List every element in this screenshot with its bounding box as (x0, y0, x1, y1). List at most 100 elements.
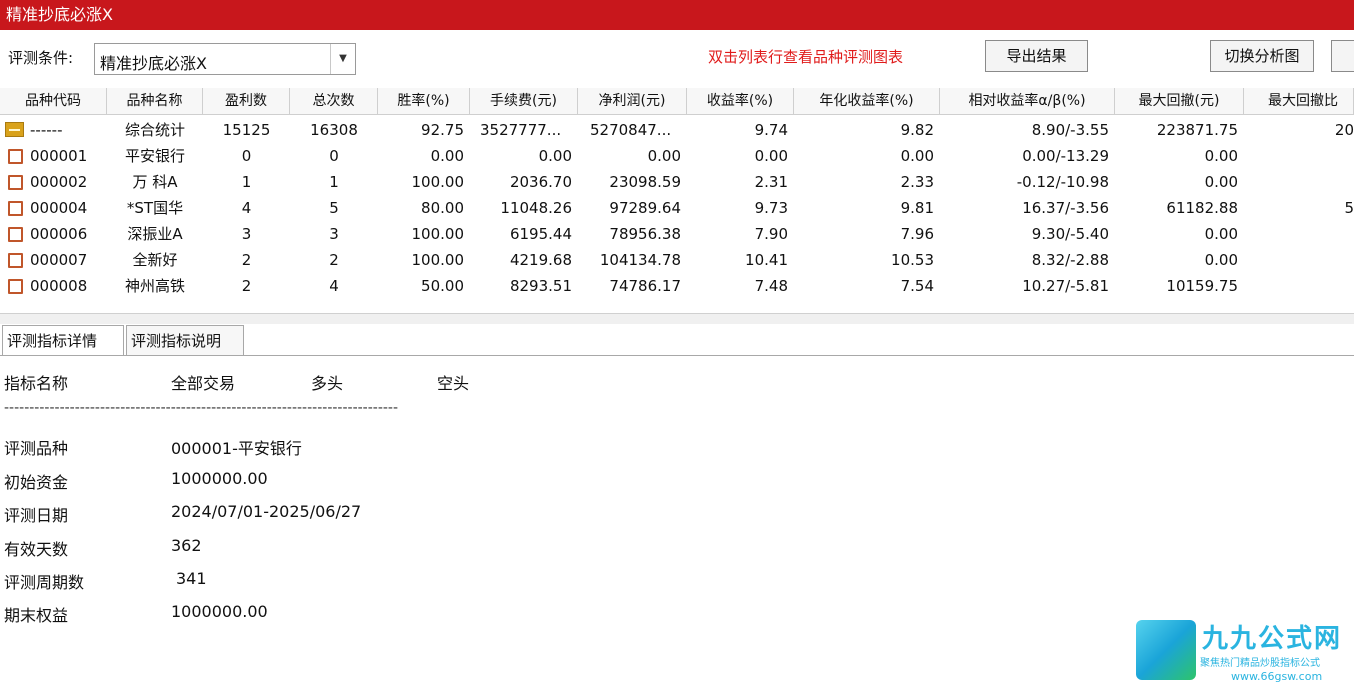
cell-drawdown: 223871.75 (1156, 121, 1238, 139)
detail-value: 362 (171, 536, 202, 555)
cell-fee: 3527777... (480, 121, 562, 139)
cell-drawdown: 0.00 (1204, 173, 1238, 191)
table-row-summary[interactable]: ------ 综合统计 15125 16308 92.75 3527777...… (0, 117, 1354, 143)
column-header-drawdown[interactable]: 最大回撤(元) (1115, 88, 1244, 114)
column-header-winrate[interactable]: 胜率(%) (378, 88, 470, 114)
cell-relative: -0.12/-10.98 (1016, 173, 1109, 191)
cell-annual: 9.81 (900, 199, 934, 217)
cell-drawdown: 0.00 (1204, 225, 1238, 243)
cell-total: 1 (329, 173, 339, 191)
cell-drawdown-ratio (1244, 273, 1354, 299)
table-row[interactable]: 000006 深振业A 3 3 100.00 6195.44 78956.38 … (0, 221, 1354, 247)
logo-icon (1136, 620, 1196, 680)
cell-fee: 2036.70 (509, 173, 572, 191)
column-header-code[interactable]: 品种代码 (0, 88, 107, 114)
detail-label: 评测品种 (4, 439, 69, 458)
cell-fee: 8293.51 (509, 277, 572, 295)
tab-indicator-details[interactable]: 评测指标详情 (2, 325, 124, 355)
cell-relative: 8.90/-3.55 (1031, 121, 1109, 139)
watermark-logo: 九九公式网 聚焦热门精品炒股指标公式 www.66gsw.com (1136, 616, 1354, 688)
cell-profit: 23098.59 (609, 173, 681, 191)
column-header-wins[interactable]: 盈利数 (203, 88, 290, 114)
cell-return: 10.41 (745, 251, 788, 269)
cell-annual: 7.96 (900, 225, 934, 243)
column-header-fee[interactable]: 手续费(元) (470, 88, 578, 114)
cell-return: 2.31 (754, 173, 788, 191)
cell-fee: 6195.44 (509, 225, 572, 243)
column-header-return[interactable]: 收益率(%) (687, 88, 794, 114)
toolbar: 评测条件: 精准抄底必涨X ▼ 双击列表行查看品种评测图表 导出结果 切换分析图 (0, 30, 1354, 85)
cell-drawdown-ratio: 5 (1344, 199, 1354, 217)
cell-relative: 10.27/-5.81 (1022, 277, 1109, 295)
cell-wins: 0 (241, 147, 252, 165)
cell-drawdown-ratio (1244, 143, 1354, 169)
cell-code: ------ (0, 117, 107, 143)
cell-winrate: 0.00 (430, 147, 464, 165)
export-button[interactable]: 导出结果 (985, 40, 1088, 72)
cell-winrate: 100.00 (411, 251, 465, 269)
column-header-relative[interactable]: 相对收益率α/β(%) (940, 88, 1115, 114)
cell-name: 平安银行 (124, 147, 185, 165)
table-header: 品种代码 品种名称 盈利数 总次数 胜率(%) 手续费(元) 净利润(元) 收益… (0, 88, 1354, 115)
condition-select[interactable]: 精准抄底必涨X ▼ (94, 43, 356, 75)
table-row[interactable]: 000002 万 科A 1 1 100.00 2036.70 23098.59 … (0, 169, 1354, 195)
document-icon (8, 149, 23, 164)
document-icon (8, 175, 23, 190)
table-row[interactable]: 000004 *ST国华 4 5 80.00 11048.26 97289.64… (0, 195, 1354, 221)
cell-name: 全新好 (132, 251, 178, 269)
chevron-down-icon[interactable]: ▼ (330, 44, 355, 74)
cell-name: *ST国华 (126, 199, 184, 217)
tab-indicator-explanation[interactable]: 评测指标说明 (126, 325, 244, 355)
cell-drawdown: 0.00 (1204, 251, 1238, 269)
table-row[interactable]: 000001 平安银行 0 0 0.00 0.00 0.00 0.00 0.00… (0, 143, 1354, 169)
cell-wins: 4 (241, 199, 252, 217)
cell-wins: 2 (241, 251, 252, 269)
column-header-drawdown-ratio[interactable]: 最大回撤比 (1244, 88, 1354, 114)
cell-code: 000006 (0, 221, 107, 247)
cell-wins: 2 (241, 277, 252, 295)
cell-return: 9.74 (754, 121, 788, 139)
cell-name: 万 科A (132, 173, 178, 191)
column-header-name[interactable]: 品种名称 (107, 88, 203, 114)
detail-label: 期末权益 (4, 606, 69, 625)
detail-value: 1000000.00 (171, 602, 268, 621)
document-icon (8, 201, 23, 216)
cell-relative: 8.32/-2.88 (1031, 251, 1109, 269)
cell-annual: 10.53 (891, 251, 934, 269)
cell-relative: 16.37/-3.56 (1022, 199, 1109, 217)
more-button[interactable] (1331, 40, 1354, 72)
column-header-annual[interactable]: 年化收益率(%) (794, 88, 940, 114)
detail-value: 2024/07/01-2025/06/27 (171, 502, 362, 521)
detail-label: 评测周期数 (4, 573, 85, 592)
cell-profit: 78956.38 (609, 225, 681, 243)
column-header-profit[interactable]: 净利润(元) (578, 88, 687, 114)
detail-header-short: 空头 (437, 374, 470, 393)
switch-chart-button[interactable]: 切换分析图 (1210, 40, 1314, 72)
detail-label: 初始资金 (4, 473, 69, 492)
cell-winrate: 92.75 (421, 121, 464, 139)
table-row[interactable]: 000007 全新好 2 2 100.00 4219.68 104134.78 … (0, 247, 1354, 273)
condition-label: 评测条件: (8, 49, 74, 67)
cell-total: 3 (329, 225, 339, 243)
cell-wins: 1 (241, 173, 252, 191)
cell-fee: 11048.26 (500, 199, 572, 217)
cell-profit: 97289.64 (609, 199, 681, 217)
cell-annual: 2.33 (900, 173, 934, 191)
cell-total: 4 (329, 277, 339, 295)
detail-value: 000001-平安银行 (171, 439, 302, 458)
cell-annual: 0.00 (900, 147, 934, 165)
cell-winrate: 80.00 (421, 199, 464, 217)
summary-icon (5, 122, 24, 137)
table-row[interactable]: 000008 神州高铁 2 4 50.00 8293.51 74786.17 7… (0, 273, 1354, 299)
cell-fee: 0.00 (538, 147, 572, 165)
column-header-total[interactable]: 总次数 (290, 88, 378, 114)
cell-wins: 15125 (222, 121, 271, 139)
cell-return: 7.48 (754, 277, 788, 295)
window-title: 精准抄底必涨X (6, 5, 113, 24)
cell-name: 神州高铁 (124, 277, 185, 295)
cell-total: 2 (329, 251, 339, 269)
cell-drawdown-ratio: 20 (1334, 121, 1354, 139)
cell-annual: 7.54 (900, 277, 934, 295)
cell-drawdown: 10159.75 (1166, 277, 1238, 295)
cell-relative: 0.00/-13.29 (1022, 147, 1109, 165)
